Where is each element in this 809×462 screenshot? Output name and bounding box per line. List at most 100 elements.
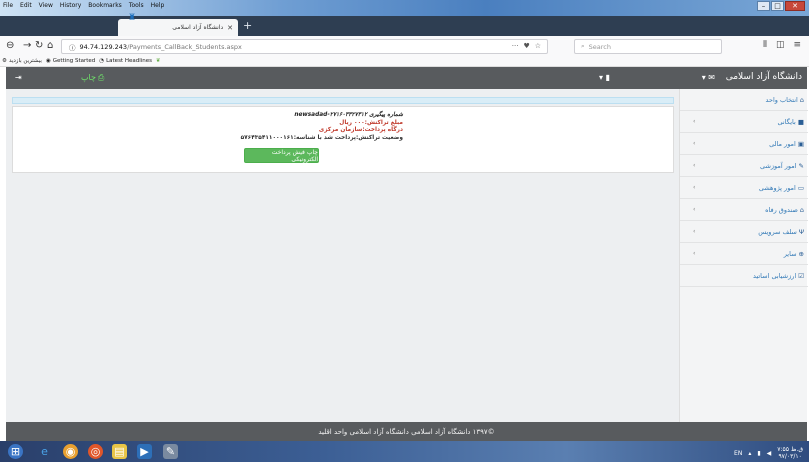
sidebar-item-finance[interactable]: ‹ امور مالی ▣ — [680, 133, 808, 155]
menu-file[interactable]: File — [2, 2, 14, 9]
expand-tray-icon[interactable]: ▴ — [748, 450, 751, 457]
print-receipt-button[interactable]: چاپ فیش پرداخت الکترونیکی — [244, 148, 319, 163]
chevron-left-icon: ‹ — [693, 184, 696, 191]
url-path: /Payments_CallBack_Students.aspx — [127, 42, 242, 51]
sidebar-item-course-selection[interactable]: انتخاب واحد ⌂ — [680, 89, 808, 111]
menu-bookmarks[interactable]: Bookmarks — [87, 2, 123, 9]
sidebar-item-archive[interactable]: ‹ بایگانی ■ — [680, 111, 808, 133]
payment-gateway: درگاه پرداخت:سازمان مرکزی — [318, 127, 403, 134]
media-player-icon[interactable]: ▶ — [137, 444, 152, 459]
receipt-panel: شماره پیگیری ۲۷۱۶۰۳۳۲۷۳۱۲-newsadad مبلغ … — [12, 106, 674, 173]
chevron-left-icon: ‹ — [693, 228, 696, 235]
menu-history[interactable]: History — [59, 2, 82, 9]
menu-edit[interactable]: Edit — [19, 2, 33, 9]
maximize-button[interactable]: □ — [771, 1, 784, 11]
site-info-icon[interactable]: ⓘ — [69, 42, 76, 52]
sidebar-item-cafeteria[interactable]: ‹ سلف سرویس Ψ — [680, 221, 808, 243]
reload-icon[interactable]: ↻ — [35, 40, 43, 51]
system-tray: EN ▴ ▮ ◀ ۷:۵۵ ق.ظ ۹۷/۰۳/۱۰ — [734, 446, 803, 460]
window-controls: – □ ✕ — [757, 1, 805, 11]
chevron-left-icon: ‹ — [693, 140, 696, 147]
tab-close-icon[interactable]: ✕ — [227, 24, 233, 32]
home-icon[interactable]: ⌂ — [47, 40, 53, 51]
url-host: 94.74.129.243 — [79, 42, 128, 51]
page-footer: ©۱۳۹۷ دانشگاه آزاد اسلامی دانشگاه آزاد ا… — [6, 422, 807, 441]
pocket-icon[interactable]: ♥ — [523, 42, 529, 50]
sidebar-item-research[interactable]: ‹ امور پژوهشی ▭ — [680, 177, 808, 199]
main-content: شماره پیگیری ۲۷۱۶۰۳۳۲۷۳۱۲-newsadad مبلغ … — [6, 89, 679, 422]
print-icon: ⎙ — [97, 73, 105, 82]
back-icon[interactable]: ⊖ — [6, 40, 14, 51]
start-icon[interactable]: ⊞ — [8, 444, 23, 459]
menu-help[interactable]: Help — [150, 2, 166, 9]
pencil-icon: ✎ — [798, 161, 804, 170]
search-input[interactable]: ⌕ Search — [574, 39, 722, 54]
file-explorer-icon[interactable]: ▤ — [112, 444, 127, 459]
search-icon: ⌕ — [581, 42, 585, 50]
user-dropdown[interactable]: ▾ ▮ — [599, 73, 610, 82]
sidebar-item-education[interactable]: ‹ امور آموزشی ✎ — [680, 155, 808, 177]
minimize-button[interactable]: – — [757, 1, 770, 11]
sidebar-toggle-icon[interactable]: ◫ — [776, 40, 785, 50]
leaf-icon: ❦ — [156, 58, 161, 64]
library-icon[interactable]: ⫴ — [763, 40, 767, 50]
plus-circle-icon: ⊕ — [798, 249, 804, 258]
clock-time[interactable]: ۷:۵۵ ق.ظ — [777, 446, 803, 453]
transaction-status: وضعیت تراکنش:پرداخت شد با شناسه:۵۷۶۴۳۵۴۱… — [240, 134, 403, 141]
brand-title[interactable]: دانشگاه آزاد اسلامی — [726, 72, 802, 82]
money-icon: ▣ — [797, 139, 804, 148]
menu-hamburger-icon[interactable]: ≡ — [793, 40, 801, 50]
network-icon[interactable]: ▮ — [757, 450, 760, 457]
chrome-icon[interactable]: ◉ — [63, 444, 78, 459]
archive-icon: ■ — [797, 117, 804, 126]
clock-date[interactable]: ۹۷/۰۳/۱۰ — [778, 453, 801, 460]
food-icon: Ψ — [798, 227, 804, 236]
bookmarks-bar: ⚙ بیشترین بازدید ◉ Getting Started ◔ Latest… — [0, 56, 809, 67]
app-header: ⇥ چاپ ⎙ ▾ ▮ ▾ ✉ دانشگاه آزاد اسلامی — [6, 67, 807, 89]
toolbar-right: ⫴ ◫ ≡ — [763, 40, 801, 50]
search-placeholder: Search — [588, 42, 611, 51]
bookmark-star-icon[interactable]: ☆ — [535, 42, 541, 50]
volume-icon[interactable]: ◀ — [767, 450, 772, 457]
print-link[interactable]: چاپ ⎙ — [81, 73, 104, 83]
sidebar-item-other[interactable]: ‹ سایر ⊕ — [680, 243, 808, 265]
monitor-icon: ▭ — [797, 183, 804, 192]
close-window-button[interactable]: ✕ — [785, 1, 805, 11]
rss-icon: ◔ — [99, 58, 105, 64]
menu-view[interactable]: View — [38, 2, 54, 9]
home-icon: ⌂ — [799, 95, 804, 104]
forward-icon[interactable]: → — [23, 40, 31, 51]
sidebar: انتخاب واحد ⌂ ‹ بایگانی ■ ‹ امور مالی ▣ ‹ ا… — [679, 89, 808, 422]
language-indicator[interactable]: EN — [734, 450, 742, 457]
new-tab-icon[interactable]: + — [243, 19, 252, 32]
windows-taskbar: ⊞ e ◉ ◎ ▤ ▶ ✎ EN ▴ ▮ ◀ ۷:۵۵ ق.ظ ۹۷/۰۳/۱۰ — [0, 441, 809, 462]
tab-strip: ♜ دانشگاه آزاد اسلامی ✕ + — [0, 13, 809, 36]
messages-dropdown[interactable]: ▾ ✉ — [702, 73, 715, 82]
page-actions-icon[interactable]: ··· — [512, 42, 519, 50]
firefox-icon[interactable]: ◎ — [88, 444, 103, 459]
menu-tools[interactable]: Tools — [128, 2, 145, 9]
chevron-left-icon: ‹ — [693, 206, 696, 213]
browser-tab[interactable]: ♜ دانشگاه آزاد اسلامی ✕ — [118, 13, 238, 36]
internet-explorer-icon[interactable]: e — [37, 444, 52, 459]
navigation-bar: ⊖ → ↻ ⌂ ⓘ 94.74.129.243/Payments_CallBac… — [0, 36, 809, 56]
menu-bar: File Edit View History Bookmarks Tools H… — [2, 2, 165, 9]
receipt-details: شماره پیگیری ۲۷۱۶۰۳۳۲۷۳۱۲-newsadad مبلغ … — [203, 112, 403, 142]
bookmark-getting-started[interactable]: ◉ Getting Started — [46, 58, 95, 64]
gear-icon: ⚙ — [2, 58, 7, 64]
url-bar[interactable]: ⓘ 94.74.129.243/Payments_CallBack_Studen… — [61, 39, 548, 54]
sidebar-item-teacher-evaluation[interactable]: ارزشیابی اساتید ☑ — [680, 265, 808, 287]
window-titlebar: File Edit View History Bookmarks Tools H… — [0, 0, 809, 16]
bank-icon: ⌂ — [799, 205, 804, 214]
bookmark-latest-headlines[interactable]: ◔ Latest Headlines — [99, 58, 152, 64]
tracking-number: شماره پیگیری ۲۷۱۶۰۳۳۲۷۳۱۲-newsadad — [294, 112, 403, 118]
bookmark-most-visited[interactable]: ⚙ بیشترین بازدید — [2, 58, 42, 64]
chevron-left-icon: ‹ — [693, 250, 696, 257]
paint-icon[interactable]: ✎ — [163, 444, 178, 459]
chevron-left-icon: ‹ — [693, 162, 696, 169]
sidebar-item-welfare-fund[interactable]: ‹ صندوق رفاه ⌂ — [680, 199, 808, 221]
tab-title: دانشگاه آزاد اسلامی — [172, 24, 224, 31]
expand-icon[interactable]: ⇥ — [15, 73, 22, 82]
university-favicon-icon: ♜ — [128, 13, 137, 23]
firefox-icon: ◉ — [45, 58, 51, 64]
